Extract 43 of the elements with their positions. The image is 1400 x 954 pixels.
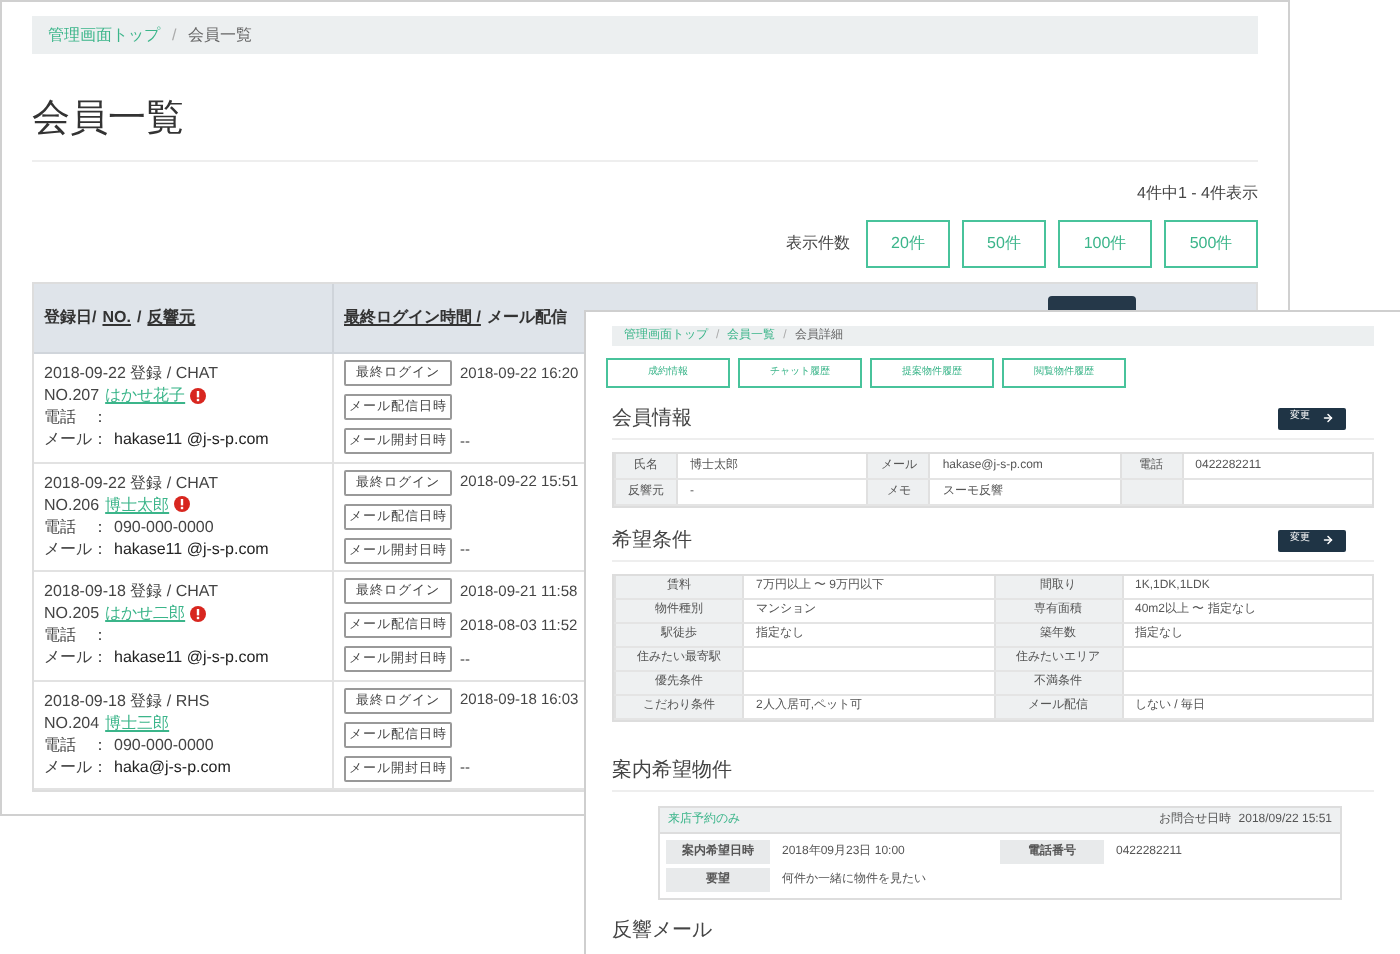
member-number: NO.207 [44,384,100,406]
column-heading: メール配信 [486,306,567,330]
section-title: 希望条件 [612,527,692,555]
phone-number: 090-000-0000 [114,733,214,755]
mail-address: hakase11 @j-s-p.com [114,428,269,450]
alert-icon [189,387,206,403]
arrow-right-icon [1322,534,1334,546]
page-title: 会員一覧 [32,98,184,142]
registration-info: 2018-09-22 登録 / CHAT [44,471,220,493]
column-heading: / [136,306,142,330]
member-number: NO.206 [44,493,100,515]
arrow-right-icon [1322,412,1334,424]
section-title: 反響メール [612,917,712,945]
alert-icon [173,496,190,512]
mail-address: haka@j-s-p.com [114,755,231,777]
mail-label: メール： [44,646,108,668]
sort-link[interactable]: 最終ログイン時間 / [344,306,481,330]
mail-address: hakase11 @j-s-p.com [114,537,269,559]
member-number: NO.205 [44,602,100,624]
column-heading: 登録日/ [44,306,97,330]
phone-label: 電話 ： [44,406,108,428]
registration-info: 2018-09-22 登録 / CHAT [44,362,220,384]
registration-info: 2018-09-18 登録 / CHAT [44,580,220,602]
mail-info-button[interactable] [1048,296,1136,310]
section-title: 会員情報 [612,405,692,433]
mail-label: メール： [44,428,108,450]
section-title: 案内希望物件 [612,757,732,785]
phone-number: 090-000-0000 [114,515,214,537]
alert-icon [189,605,206,621]
mail-label: メール： [44,755,108,777]
page-size-label: 表示件数 [786,231,850,255]
registration-info: 2018-09-18 登録 / RHS [44,689,212,711]
sort-link[interactable]: 反響元 [147,306,196,330]
result-count: 4件中1 - 4件表示 [1137,182,1258,206]
mail-label: メール： [44,537,108,559]
phone-label: 電話 ： [44,733,108,755]
mail-address: hakase11 @j-s-p.com [114,646,269,668]
sort-link[interactable]: NO. [102,306,131,330]
breadcrumb-separator: / [172,23,177,47]
breadcrumb-current: 会員一覧 [188,23,253,47]
member-number: NO.204 [44,711,100,733]
phone-label: 電話 ： [44,515,108,537]
phone-label: 電話 ： [44,624,108,646]
